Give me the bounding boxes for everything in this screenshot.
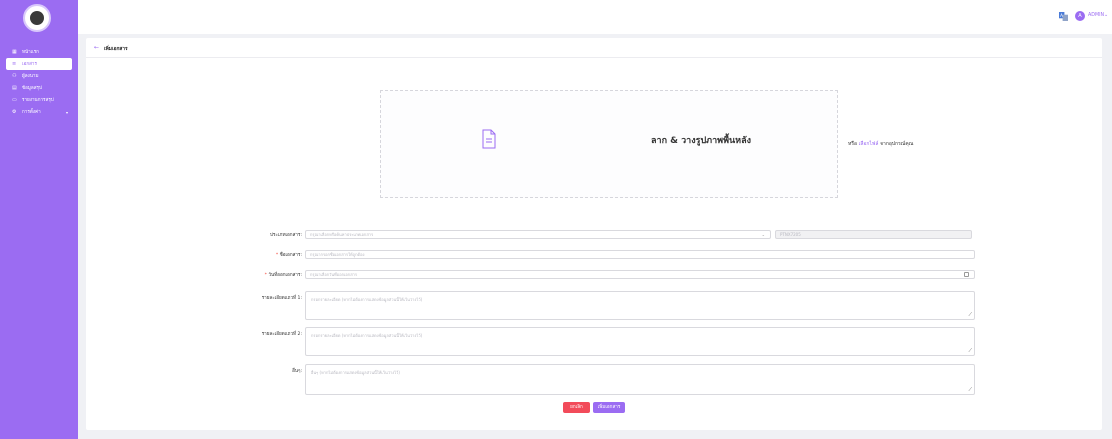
issue-date-input[interactable]: กรุณาเลือกวันที่ออกเอกสาร bbox=[305, 270, 975, 279]
sidebar-item-5[interactable]: ⚙ การตั้งค่า ▾ bbox=[0, 106, 78, 118]
add-document-button[interactable]: เพิ่มเอกสาร bbox=[593, 402, 625, 413]
chevron-down-icon: ⌄ bbox=[761, 232, 765, 237]
detail1-textarea[interactable]: กรอกรายละเอียด (หากไม่ต้องการแสดงข้อมูลส… bbox=[305, 291, 975, 320]
doc-type-label: ประเภทเอกสาร: bbox=[270, 233, 302, 238]
user-name[interactable]: ADMIN bbox=[1088, 13, 1104, 18]
sidebar-item-label: หน้าแรก bbox=[22, 49, 39, 55]
page-title: เพิ่มเอกสาร bbox=[104, 47, 128, 52]
detail2-textarea[interactable]: กรอกรายละเอียด (หากไม่ต้องการแสดงข้อมูลส… bbox=[305, 327, 975, 356]
sidebar-item-label: เอกสาร bbox=[22, 61, 37, 67]
collapse-sidebar-icon[interactable]: ⇤ bbox=[82, 10, 94, 22]
topbar bbox=[78, 0, 1112, 34]
gear-icon: ⚙ bbox=[12, 109, 17, 115]
cancel-button[interactable]: ยกเลิก bbox=[563, 402, 590, 413]
chevron-down-icon: ▾ bbox=[65, 109, 68, 115]
sidebar-item-label: การตั้งค่า bbox=[22, 109, 41, 115]
logo-emblem-icon bbox=[30, 11, 44, 25]
table-icon: ▤ bbox=[12, 85, 17, 91]
sidebar-item-4[interactable]: ▭ รายงานการสรุป bbox=[0, 94, 78, 106]
svg-text:A: A bbox=[1060, 13, 1063, 18]
sidebar-item-1[interactable]: ≡ เอกสาร bbox=[6, 58, 72, 70]
main-card: ← เพิ่มเอกสาร ลาก & วางรูปภาพพื้นหลัง หร… bbox=[86, 38, 1102, 430]
report-icon: ▭ bbox=[12, 97, 17, 103]
detail2-label: รายละเอียดแถวที่ 2: bbox=[261, 332, 302, 337]
doc-type-select[interactable]: กรุณาเลือกหรือค้นหาประเภทเอกสาร ⌄ bbox=[305, 230, 771, 239]
calendar-icon bbox=[964, 272, 969, 277]
doc-name-input[interactable]: กรุณากรอกชื่อเอกสารให้ถูกต้อง bbox=[305, 250, 975, 259]
issue-date-label: * วันที่ออกเอกสาร: bbox=[264, 273, 302, 278]
page-header: ← เพิ่มเอกสาร bbox=[86, 38, 1102, 58]
users-icon: ⚇ bbox=[12, 73, 17, 79]
sidebar-item-label: ข้อมูลสรุป bbox=[22, 85, 42, 91]
remark-textarea[interactable]: อื่นๆ (หากไม่ต้องการแสดงข้อมูลส่วนนี้ให้… bbox=[305, 364, 975, 395]
sidebar-item-label: รายงานการสรุป bbox=[22, 97, 54, 103]
sidebar-nav: ▦ หน้าแรก ≡ เอกสาร ⚇ ผู้ลงนาม ▤ ข้อมูลสรุป ▭ รายง… bbox=[0, 46, 78, 118]
choose-file-link[interactable]: เลือกไฟล์ bbox=[859, 141, 879, 147]
file-icon bbox=[482, 129, 496, 149]
dropzone-title: ลาก & วางรูปภาพพื้นหลัง bbox=[651, 136, 752, 146]
detail1-label: รายละเอียดแถวที่ 1: bbox=[261, 296, 302, 301]
translate-icon[interactable]: A bbox=[1059, 12, 1068, 21]
back-arrow-icon[interactable]: ← bbox=[94, 44, 99, 51]
dropzone-alt-text: หรือ เลือกไฟล์ จากอุปกรณ์คุณ bbox=[848, 140, 913, 148]
chevron-down-icon[interactable]: ⌄ bbox=[1104, 12, 1108, 18]
resize-handle-icon[interactable]: ⟋ bbox=[968, 312, 972, 318]
grid-icon: ▦ bbox=[12, 49, 17, 55]
sidebar: ▦ หน้าแรก ≡ เอกสาร ⚇ ผู้ลงนาม ▤ ข้อมูลสรุป ▭ รายง… bbox=[0, 0, 78, 439]
avatar[interactable]: A bbox=[1075, 11, 1085, 21]
doc-name-label: * ชื่อเอกสาร: bbox=[275, 253, 302, 258]
upload-dropzone[interactable]: ลาก & วางรูปภาพพื้นหลัง bbox=[380, 90, 838, 198]
logo[interactable] bbox=[23, 4, 51, 32]
sidebar-item-0[interactable]: ▦ หน้าแรก bbox=[0, 46, 78, 58]
sidebar-item-3[interactable]: ▤ ข้อมูลสรุป bbox=[0, 82, 78, 94]
resize-handle-icon[interactable]: ⟋ bbox=[968, 348, 972, 354]
doc-code-field: PTNX7205 bbox=[775, 230, 972, 239]
or-text: หรือ bbox=[848, 141, 857, 147]
sidebar-item-2[interactable]: ⚇ ผู้ลงนาม bbox=[0, 70, 78, 82]
resize-handle-icon[interactable]: ⟋ bbox=[968, 387, 972, 393]
remark-label: อื่นๆ: bbox=[292, 369, 302, 374]
from-device-text: จากอุปกรณ์คุณ bbox=[880, 141, 914, 147]
sidebar-item-label: ผู้ลงนาม bbox=[22, 73, 39, 79]
document-icon: ≡ bbox=[12, 61, 17, 67]
